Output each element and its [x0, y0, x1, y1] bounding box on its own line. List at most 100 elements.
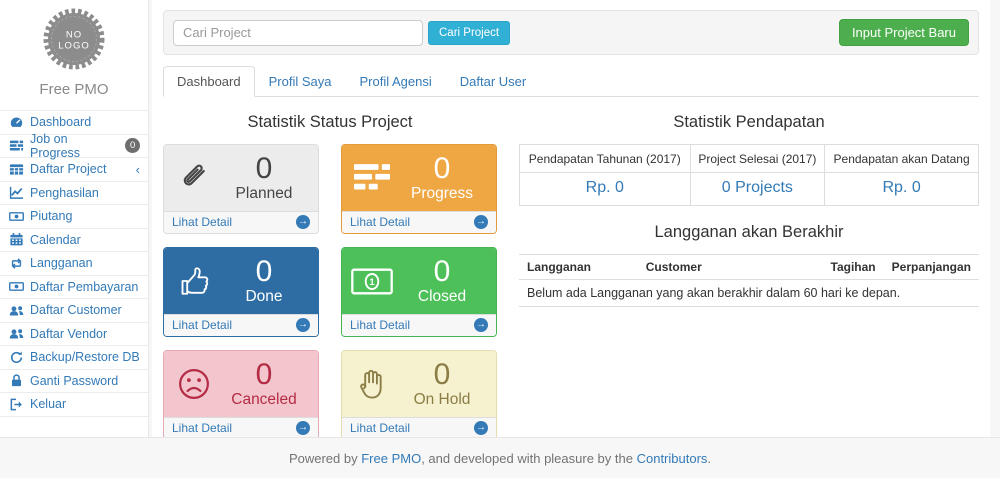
arrow-circle-right-icon: →: [474, 215, 488, 229]
status-section-title: Statistik Status Project: [163, 113, 497, 132]
retweet-icon: [8, 255, 24, 271]
income-stat-value: Rp. 0: [825, 173, 979, 206]
lihat-detail-label: Lihat Detail: [172, 421, 232, 435]
main-panel: Cari Project Input Project Baru Dashboar…: [152, 0, 990, 437]
sidebar-item-langganan[interactable]: Langganan: [0, 252, 148, 276]
sidebar-item-label: Keluar: [30, 397, 66, 411]
status-cards: 0 Planned Lihat Detail →: [163, 144, 497, 440]
sidebar-item-backup-restore-db[interactable]: Backup/Restore DB: [0, 346, 148, 370]
sidebar-item-label: Piutang: [30, 209, 72, 223]
arrow-circle-right-icon: →: [474, 421, 488, 435]
tasks-icon: [8, 138, 24, 154]
arrow-circle-right-icon: →: [474, 318, 488, 332]
column-header: Perpanjangan: [884, 255, 979, 280]
card-body: 0 On Hold: [342, 351, 496, 417]
sidebar-item-daftar-project[interactable]: Daftar Project ‹: [0, 158, 148, 182]
users-icon: [8, 326, 24, 342]
tab-profil-agensi[interactable]: Profil Agensi: [345, 66, 445, 97]
lihat-detail-link-canceled[interactable]: Lihat Detail →: [164, 417, 318, 439]
income-section-title: Statistik Pendapatan: [519, 113, 979, 132]
lihat-detail-label: Lihat Detail: [350, 215, 410, 229]
closed-count: 0: [434, 256, 451, 288]
sidebar-item-ganti-password[interactable]: Ganti Password: [0, 370, 148, 394]
table-icon: [8, 161, 24, 177]
lihat-detail-link-on-hold[interactable]: Lihat Detail →: [342, 417, 496, 439]
frown-icon: [171, 367, 217, 401]
sidebar: NO LOGO Free PMO Dashboard Job on Progre…: [0, 0, 149, 437]
tasks-icon: [349, 164, 395, 192]
lihat-detail-label: Lihat Detail: [350, 421, 410, 435]
arrow-circle-right-icon: →: [296, 318, 310, 332]
lihat-detail-label: Lihat Detail: [172, 318, 232, 332]
card-body: 0 Planned: [164, 145, 318, 211]
closed-label: Closed: [418, 288, 466, 306]
dashboard-content: Statistik Status Project 0 Planned Lihat…: [152, 97, 990, 440]
status-card-on-hold: 0 On Hold Lihat Detail →: [341, 350, 497, 440]
arrow-circle-right-icon: →: [296, 421, 310, 435]
lihat-detail-link-progress[interactable]: Lihat Detail →: [342, 211, 496, 233]
sidebar-item-label: Ganti Password: [30, 374, 118, 388]
no-logo-badge-icon: NO LOGO: [41, 6, 107, 72]
income-section: Statistik Pendapatan Pendapatan Tahunan …: [519, 103, 979, 440]
lihat-detail-label: Lihat Detail: [350, 318, 410, 332]
status-card-done: 0 Done Lihat Detail →: [163, 247, 319, 337]
tab-profil-saya[interactable]: Profil Saya: [255, 66, 346, 97]
lihat-detail-link-done[interactable]: Lihat Detail →: [164, 314, 318, 336]
lock-icon: [8, 373, 24, 389]
sidebar-item-label: Langganan: [30, 256, 93, 270]
income-stat-label: Pendapatan akan Datang: [825, 145, 979, 173]
search-panel: Cari Project Input Project Baru: [163, 10, 979, 55]
card-body: 1 0 Closed: [342, 248, 496, 314]
logo-text-line2: LOGO: [58, 41, 89, 52]
job-count-badge: 0: [125, 138, 140, 153]
sidebar-item-penghasilan[interactable]: Penghasilan: [0, 182, 148, 206]
sidebar-item-label: Daftar Customer: [30, 303, 122, 317]
brand-logo: NO LOGO Free PMO: [0, 0, 148, 98]
on-hold-label: On Hold: [414, 391, 471, 409]
column-header: Customer: [638, 255, 820, 280]
status-card-planned: 0 Planned Lihat Detail →: [163, 144, 319, 234]
paperclip-icon: [171, 160, 217, 196]
subscription-table: Langganan Customer Tagihan Perpanjangan …: [519, 254, 979, 307]
money-icon: [8, 279, 24, 295]
tab-daftar-user[interactable]: Daftar User: [446, 66, 540, 97]
done-count: 0: [256, 256, 273, 288]
canceled-count: 0: [256, 359, 273, 391]
lihat-detail-link-closed[interactable]: Lihat Detail →: [342, 314, 496, 336]
logo-text-line1: NO: [66, 30, 82, 41]
sidebar-item-daftar-vendor[interactable]: Daftar Vendor: [0, 323, 148, 347]
sidebar-item-calendar[interactable]: Calendar: [0, 229, 148, 253]
canceled-label: Canceled: [231, 391, 297, 409]
planned-label: Planned: [236, 185, 293, 203]
card-body: 0 Progress: [342, 145, 496, 211]
card-body: 0 Done: [164, 248, 318, 314]
page-footer: Powered by Free PMO, and developed with …: [0, 437, 1000, 478]
sidebar-item-keluar[interactable]: Keluar: [0, 393, 148, 417]
subscription-empty-row: Belum ada Langganan yang akan berakhir d…: [519, 280, 979, 307]
income-stat-value: 0 Projects: [690, 173, 825, 206]
status-card-closed: 1 0 Closed Lihat Detail →: [341, 247, 497, 337]
sidebar-item-daftar-customer[interactable]: Daftar Customer: [0, 299, 148, 323]
card-body: 0 Canceled: [164, 351, 318, 417]
income-stat-value: Rp. 0: [520, 173, 691, 206]
money-bill-icon: 1: [349, 268, 395, 295]
subscription-table-header-row: Langganan Customer Tagihan Perpanjangan: [519, 255, 979, 280]
sidebar-item-job-on-progress[interactable]: Job on Progress 0: [0, 135, 148, 159]
sidebar-item-piutang[interactable]: Piutang: [0, 205, 148, 229]
sidebar-item-label: Penghasilan: [30, 186, 99, 200]
lihat-detail-link-planned[interactable]: Lihat Detail →: [164, 211, 318, 233]
search-input[interactable]: [173, 20, 423, 46]
column-header: Langganan: [519, 255, 638, 280]
free-pmo-link[interactable]: Free PMO: [361, 451, 421, 466]
sidebar-item-label: Daftar Vendor: [30, 327, 107, 341]
arrow-circle-right-icon: →: [296, 215, 310, 229]
app-name: Free PMO: [0, 81, 148, 98]
search-button[interactable]: Cari Project: [428, 21, 510, 45]
footer-text: , and developed with pleasure by the: [421, 451, 633, 466]
sidebar-item-daftar-pembayaran[interactable]: Daftar Pembayaran: [0, 276, 148, 300]
sidebar-item-label: Backup/Restore DB: [30, 350, 140, 364]
contributors-link[interactable]: Contributors: [637, 451, 708, 466]
hand-icon: [349, 367, 395, 401]
tab-dashboard[interactable]: Dashboard: [163, 66, 255, 97]
input-project-baru-button[interactable]: Input Project Baru: [839, 19, 969, 46]
